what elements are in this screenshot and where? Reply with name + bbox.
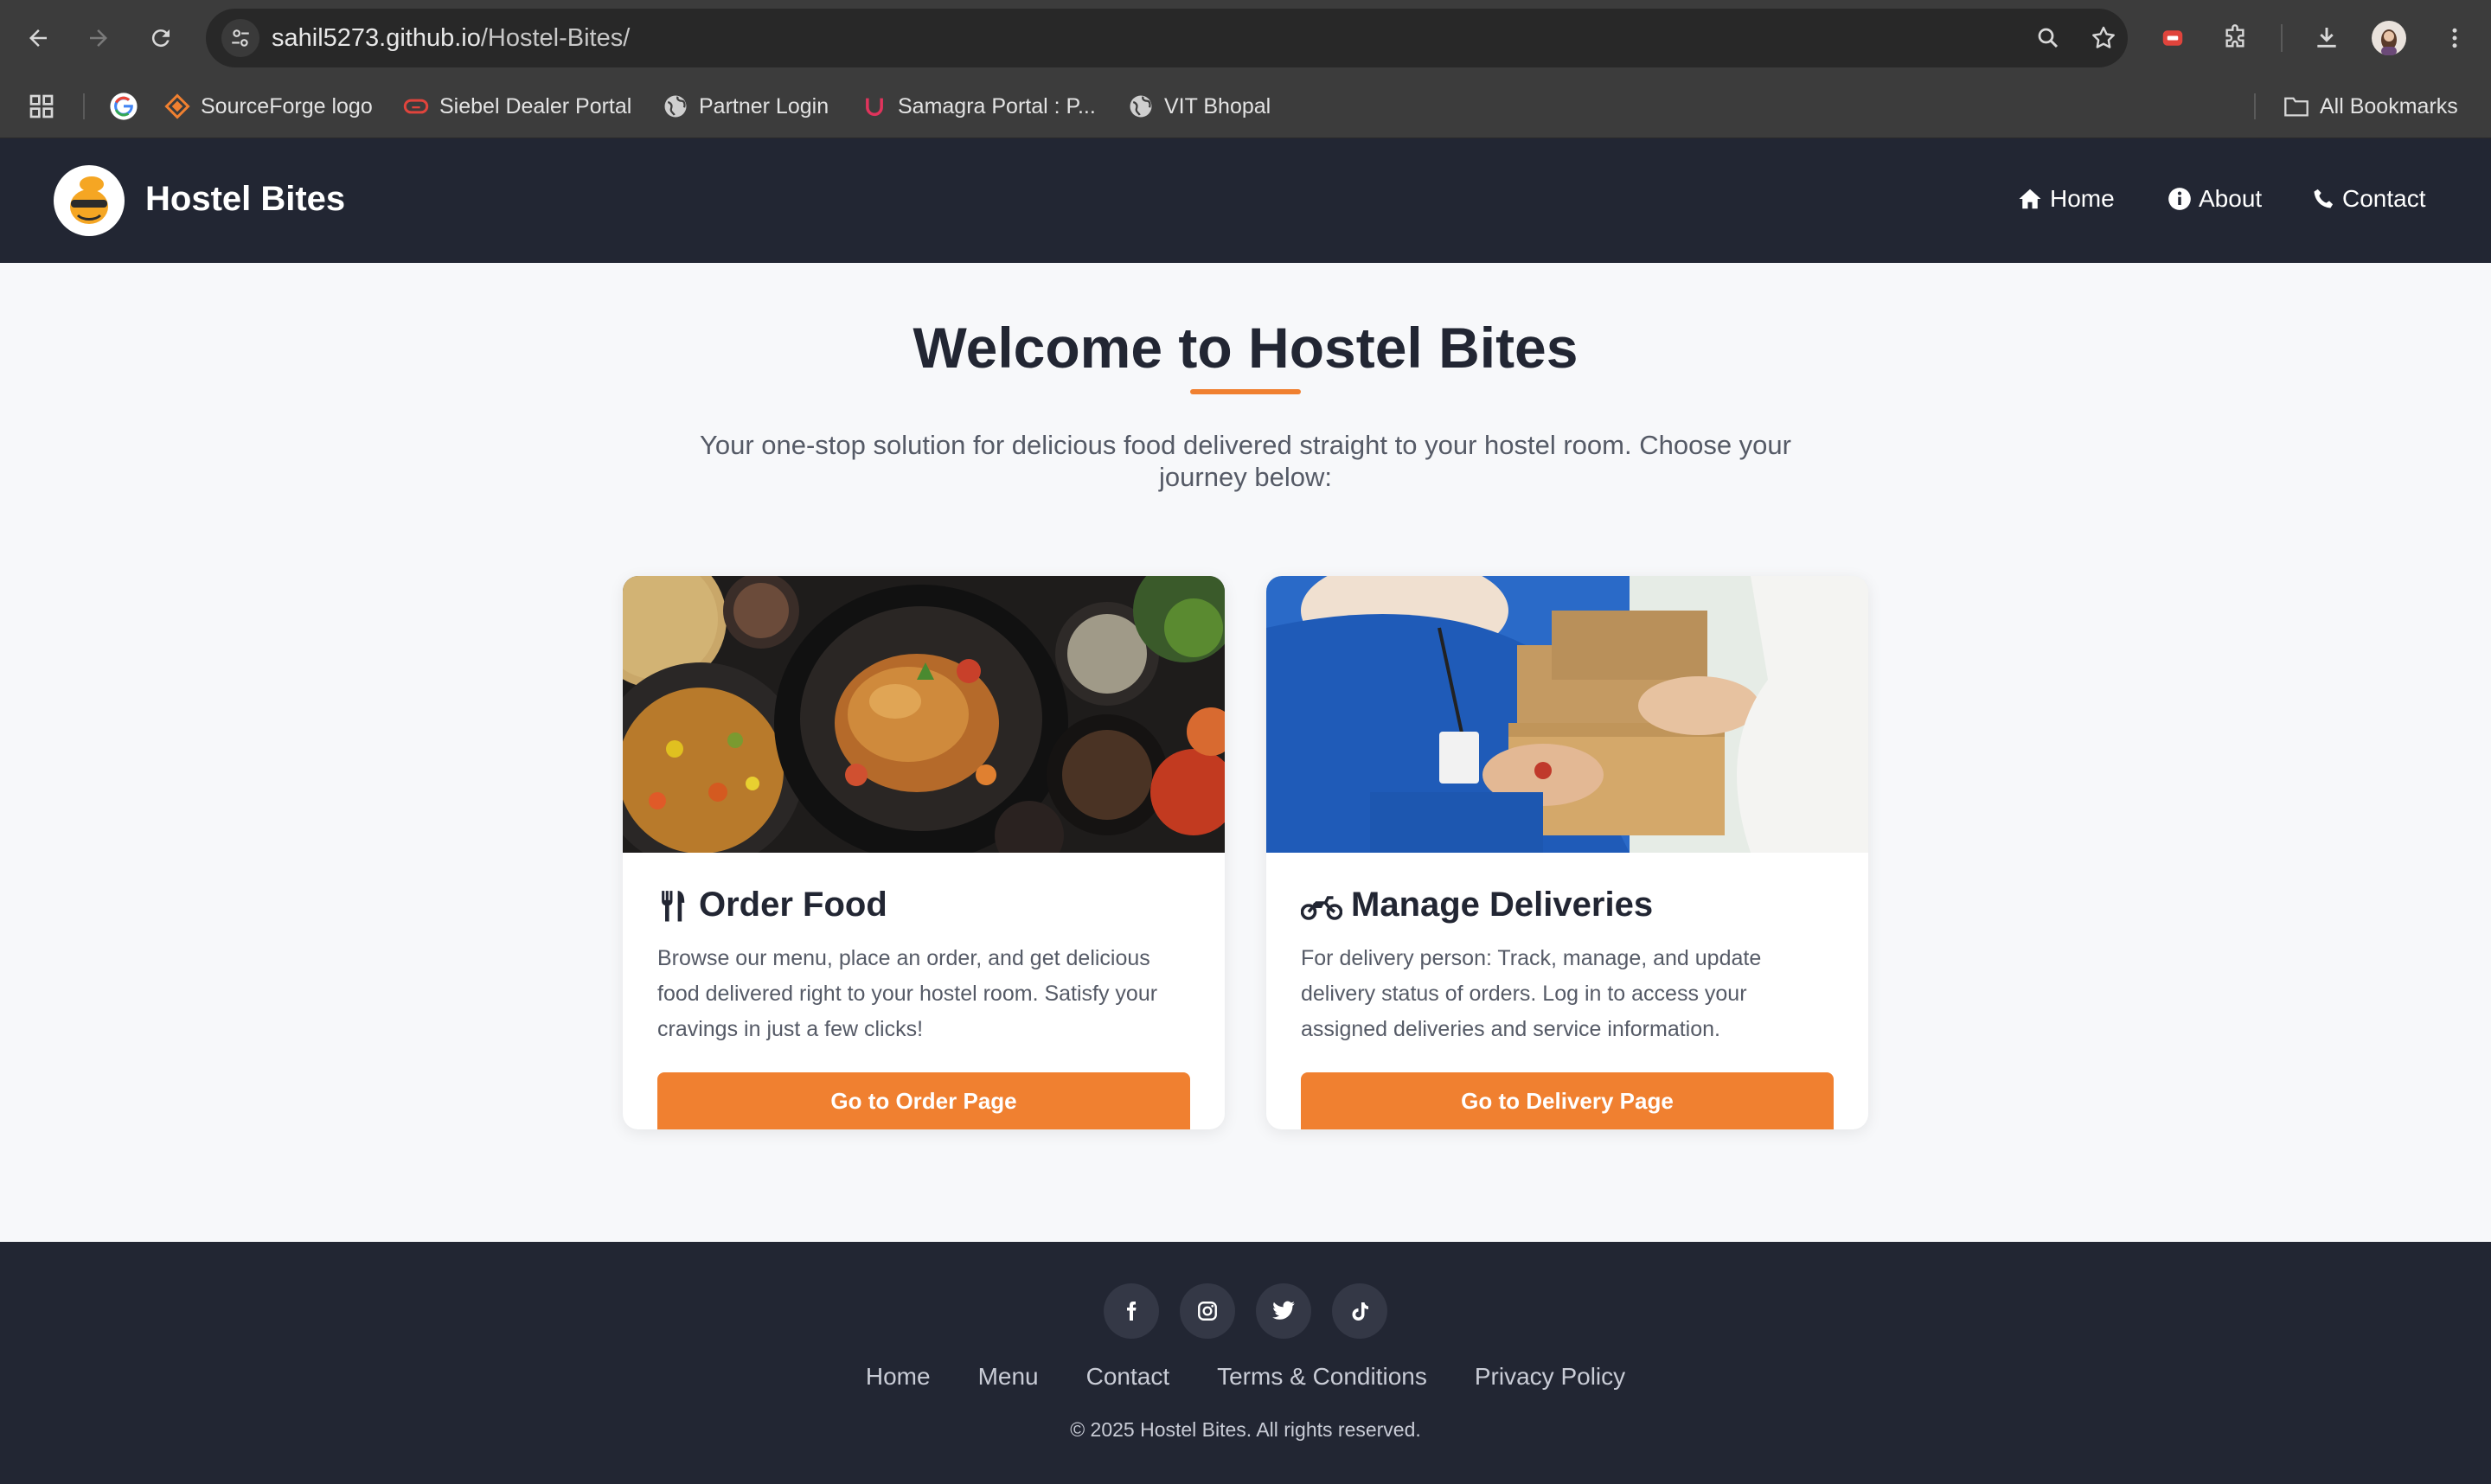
back-button[interactable] [19, 19, 57, 57]
google-icon [110, 93, 138, 120]
bookmarks-divider [83, 93, 85, 119]
facebook-button[interactable] [1104, 1283, 1159, 1339]
food-platter-image [623, 576, 1225, 853]
all-bookmarks-label: All Bookmarks [2320, 93, 2458, 118]
arrow-right-icon [90, 29, 107, 47]
tiktok-button[interactable] [1332, 1283, 1387, 1339]
puzzle-icon [2225, 24, 2244, 48]
star-icon [2092, 26, 2115, 48]
brand-name[interactable]: Hostel Bites [145, 180, 345, 219]
delivery-person-image [1266, 576, 1868, 853]
kebab-menu-icon [2452, 28, 2457, 48]
reload-button[interactable] [142, 19, 180, 57]
bookmark-label: Partner Login [699, 93, 829, 118]
title-underline [1190, 389, 1301, 394]
avatar-icon [2372, 21, 2406, 55]
info-icon [2168, 188, 2191, 210]
site-footer: Home Menu Contact Terms & Conditions Pri… [0, 1242, 2491, 1484]
bookmarks-divider [2254, 93, 2256, 119]
globe-icon [663, 93, 688, 119]
address-bar[interactable]: sahil5273.github.io/Hostel-Bites/ [206, 9, 2128, 67]
order-food-title: Order Food [699, 886, 887, 924]
mascot-logo-icon [70, 176, 108, 224]
bookmark-label: Samagra Portal : P... [898, 93, 1096, 118]
phone-icon [2314, 189, 2334, 208]
bookmark-google[interactable] [109, 90, 138, 123]
go-to-order-page-button[interactable]: Go to Order Page [657, 1072, 1190, 1129]
bookmark-label: VIT Bhopal [1164, 93, 1271, 118]
footer-link-menu[interactable]: Menu [978, 1363, 1039, 1391]
reload-icon [151, 29, 170, 48]
page-subtitle: Your one-stop solution for delicious foo… [700, 430, 1791, 492]
brand-logo[interactable] [54, 165, 125, 236]
apps-button[interactable] [28, 90, 55, 123]
nav-contact-label: Contact [2342, 185, 2426, 212]
manage-deliveries-card: Manage Deliveries For delivery person: T… [1266, 576, 1868, 1129]
folder-icon [2283, 93, 2309, 119]
footer-links: Home Menu Contact Terms & Conditions Pri… [0, 1363, 2491, 1391]
url-text[interactable]: sahil5273.github.io/Hostel-Bites/ [272, 24, 630, 53]
zoom-button[interactable] [2031, 21, 2065, 55]
twitter-icon [1272, 1301, 1295, 1320]
instagram-icon [1198, 1302, 1217, 1321]
go-to-delivery-page-button[interactable]: Go to Delivery Page [1301, 1072, 1834, 1129]
tiktok-icon [1352, 1302, 1368, 1321]
url-host: sahil5273.github.io [272, 24, 481, 52]
arrow-left-icon [29, 29, 47, 47]
manage-deliveries-title: Manage Deliveries [1351, 886, 1654, 924]
page-title: Welcome to Hostel Bites [913, 316, 1578, 380]
footer-link-privacy[interactable]: Privacy Policy [1475, 1363, 1625, 1391]
extension-button[interactable] [2154, 19, 2192, 57]
bookmark-samagra[interactable]: Samagra Portal : P... [861, 90, 1096, 123]
browser-menu-button[interactable] [2436, 19, 2474, 57]
bookmarks-bar: SourceForge logo Siebel Dealer Portal Pa… [0, 74, 2491, 138]
forward-button[interactable] [80, 19, 118, 57]
order-food-description: Browse our menu, place an order, and get… [657, 946, 1158, 1041]
sourceforge-icon [164, 93, 190, 119]
samagra-icon [861, 93, 887, 119]
bookmark-partner-login[interactable]: Partner Login [663, 90, 829, 123]
tune-icon [232, 29, 249, 47]
bookmark-star-button[interactable] [2086, 21, 2121, 55]
magnifier-icon [2038, 28, 2059, 48]
bookmark-label: SourceForge logo [201, 93, 373, 118]
download-icon [2317, 28, 2336, 48]
home-icon [2019, 189, 2041, 209]
bookmark-vit-bhopal[interactable]: VIT Bhopal [1128, 90, 1271, 123]
extension-red-icon [2162, 30, 2183, 46]
bookmark-label: Siebel Dealer Portal [439, 93, 632, 118]
url-path: /Hostel-Bites/ [480, 24, 631, 52]
copyright-text: © 2025 Hostel Bites. All rights reserved… [1070, 1418, 1421, 1441]
nav-home-label: Home [2050, 185, 2115, 212]
globe-icon [1128, 93, 1154, 119]
profile-button[interactable] [2370, 19, 2408, 57]
toolbar-divider [2281, 24, 2283, 52]
twitter-button[interactable] [1256, 1283, 1311, 1339]
nav-about-label: About [2199, 185, 2263, 212]
nav-about[interactable]: About [2168, 185, 2262, 213]
site-header: Hostel Bites Home About Contact [0, 138, 2491, 263]
facebook-icon [1127, 1302, 1137, 1321]
card-title: Manage Deliveries [1301, 886, 1653, 924]
browser-toolbar: sahil5273.github.io/Hostel-Bites/ [0, 0, 2491, 74]
bookmark-sourceforge[interactable]: SourceForge logo [164, 90, 373, 123]
bookmark-siebel[interactable]: Siebel Dealer Portal [403, 90, 631, 123]
order-food-card: Order Food Browse our menu, place an ord… [623, 576, 1225, 1129]
apps-grid-icon [29, 94, 54, 118]
motorcycle-icon [1301, 895, 1342, 920]
instagram-button[interactable] [1180, 1283, 1235, 1339]
footer-link-contact[interactable]: Contact [1086, 1363, 1170, 1391]
footer-link-terms[interactable]: Terms & Conditions [1217, 1363, 1427, 1391]
downloads-button[interactable] [2308, 19, 2346, 57]
manage-deliveries-description: For delivery person: Track, manage, and … [1301, 946, 1762, 1041]
nav-contact[interactable]: Contact [2311, 185, 2426, 213]
all-bookmarks-button[interactable]: All Bookmarks [2283, 90, 2458, 123]
nav-home[interactable]: Home [2017, 185, 2115, 213]
siebel-icon [403, 93, 429, 119]
card-title: Order Food [657, 886, 887, 924]
utensils-icon [662, 890, 685, 921]
site-info-button[interactable] [221, 19, 259, 57]
extensions-menu-button[interactable] [2216, 19, 2254, 57]
footer-link-home[interactable]: Home [866, 1363, 931, 1391]
